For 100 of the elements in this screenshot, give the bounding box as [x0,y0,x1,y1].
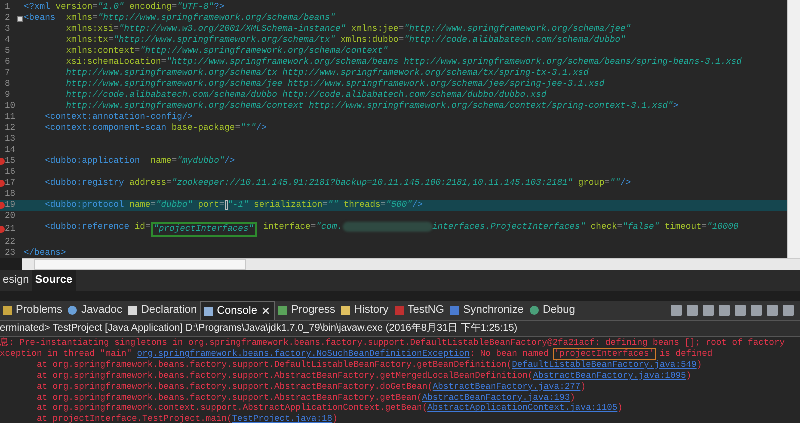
code-token: /> [224,156,236,167]
code-token: = [617,222,623,234]
code-token: interface [263,222,311,234]
code-token: xmlns:jee [351,24,399,35]
code-token: = [702,222,708,234]
code-token: http://www.springframework.org/schema/context http://www.springframework.org/schema/context/spring-context-3.1.xsd" [66,101,674,112]
code-token: "-1" [228,200,249,211]
code-token: id [134,222,146,234]
code-token: ?> [214,2,225,13]
line-number: 22 [5,237,16,248]
code-token: http://www.springframework.org/schema/jee http://www.springframework.org/schema/jee/spring-jee-3.1.xsd [66,79,605,90]
console-text: 息: Pre-instantiating singletons in org.springframework.beans.factory.support.DefaultListableBeanFactory@2fa21acf: defining beans []; root of factory [0,338,786,348]
stack-link[interactable]: AbstractBeanFactory.java:277 [432,382,581,392]
stack-link[interactable]: AbstractBeanFactory.java:193 [422,392,570,403]
code-token: /> [256,123,267,134]
stack-link[interactable]: org.springframework.beans.factory.NoSuchBeanDefinitionException [137,348,470,359]
code-token: xsi:schemaLocation [66,57,162,68]
code-token: /> [412,200,424,211]
line-number: 12 [5,123,16,134]
code-token: = [92,2,98,13]
code-token: "mydubbo" [177,156,225,167]
view-tab[interactable]: Console [200,301,276,320]
code-token: = [161,57,167,68]
code-token: "500" [386,200,412,211]
view-tab[interactable]: Javadoc [65,301,126,320]
code-token: version [56,2,93,13]
code-token: = [398,24,404,35]
tab-icon [3,306,12,315]
line-number: 14 [5,145,16,156]
code-token: xmlns:tx [66,35,108,46]
close-icon[interactable] [261,306,272,316]
stack-link[interactable]: AbstractApplicationContext.java:1105 [428,403,618,414]
code-token: = [166,178,172,189]
view-tab[interactable]: Debug [526,301,578,320]
view-tab[interactable]: History [338,301,392,320]
console-text: at org.springframework.context.support.AbstractApplicationContext.getBean( [36,403,428,414]
code-token: "http://www.springframework.org/schema/context" [140,46,388,57]
line-number: 21 [5,224,16,235]
console-text: at projectInterface.TestProject.main( [36,414,232,423]
code-token: "http://www.springframework.org/schema/beans http://www.springframework.org/schema/beans/spring-beans-3.1.xsd [166,57,742,68]
stack-link[interactable]: DefaultListableBeanFactory.java:549 [512,360,697,370]
code-token: </beans> [24,248,66,258]
editor-tab[interactable]: Source [32,270,76,291]
tab-icon [450,306,460,315]
line-number: 19 [5,200,16,211]
view-tab[interactable]: Problems [0,301,66,320]
code-token: "http://www.springframework.org/schema/beans" [98,13,336,24]
line-number: 6 [5,57,10,68]
vertical-scrollbar[interactable] [787,0,800,258]
code-token: <dubbo:application [45,156,140,167]
console-status: erminated> TestProject [Java Application] D:\Programs\Java\jdk1.7.0_79\bin\javaw.exe (2016年8月31日 下午1:25:15) [0,322,518,336]
view-tab[interactable]: Progress [275,301,338,320]
stack-link[interactable]: TestProject.java:18 [232,414,333,423]
code-token: "http://www.springframework.org/schema/jee" [404,24,632,35]
line-number: 8 [5,79,10,90]
code-token: = [134,46,140,57]
editor-tab[interactable]: esign [0,270,32,291]
code-token: address [130,178,167,189]
console-text: at org.springframework.beans.factory.support.AbstractBeanFactory.doGetBean( [36,382,433,392]
code-token: "" [610,178,621,189]
code-token: "com. [316,222,343,234]
code-token: serialization [254,200,323,211]
code-token: = [219,200,225,211]
code-token: "http://www.w3.org/2001/XMLSchema-instance" [119,24,346,35]
fold-icon[interactable] [17,16,23,22]
line-number: 4 [5,35,10,46]
horizontal-scrollbar[interactable] [22,258,800,270]
line-number: 18 [5,189,16,200]
line-number: 10 [5,101,16,112]
code-token: = [108,35,114,46]
code-token: <dubbo:registry [45,178,124,189]
view-tab[interactable]: Declaration [125,301,200,320]
tab-icon [341,306,350,315]
code-token: = [380,200,386,211]
console-text: at org.springframework.beans.factory.support.DefaultListableBeanFactory.getBeanDefinition( [36,360,512,370]
line-number: 9 [5,90,10,101]
view-tab[interactable]: TestNG [392,301,448,320]
line-number: 2 [5,13,10,24]
code-token: <context:component-scan [45,123,167,134]
code-token: name [130,200,151,211]
code-token: "" [328,200,339,211]
line-number: 20 [5,211,16,222]
scrollbar-thumb[interactable] [34,259,246,270]
code-token: "http://code.alibabatech.com/schema/dubbo" [404,35,626,46]
console-text: xception in thread "main" [0,348,133,359]
line-number: 13 [5,134,16,145]
code-token: <dubbo:reference [45,222,130,234]
console-text: ) [618,403,623,414]
code-token: = [172,156,178,167]
code-token: timeout [664,222,702,234]
code-token: = [150,200,156,211]
line-number: 11 [5,112,16,123]
code-token: xmlns [66,13,93,24]
stack-link[interactable]: AbstractBeanFactory.java:1095 [533,370,686,381]
line-number: 15 [5,156,16,167]
line-number: 17 [5,178,16,189]
code-token: http://www.springframework.org/schema/tx http://www.springframework.org/schema/tx/spring-tx-3.1.xsd [66,68,589,79]
view-tab[interactable]: Synchronize [447,301,527,320]
code-editor[interactable] [0,0,787,258]
tab-icon [394,306,404,315]
